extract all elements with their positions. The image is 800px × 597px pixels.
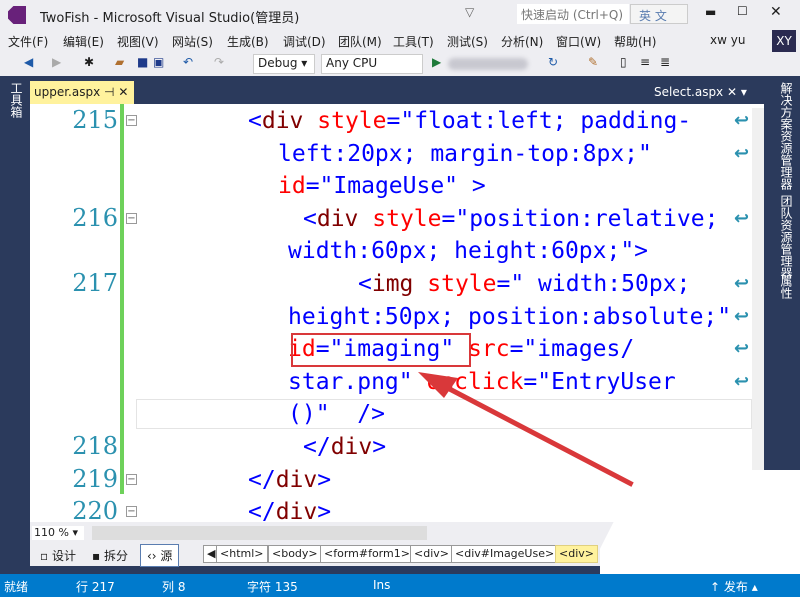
breadcrumb-div[interactable]: <div>	[410, 545, 453, 563]
label: 设计	[51, 549, 76, 563]
source-view-button[interactable]: ‹› 源	[140, 544, 180, 567]
breadcrumb-html[interactable]: <html>	[216, 545, 268, 563]
breadcrumb-div-current[interactable]: <div>	[555, 545, 598, 563]
breadcrumb-form[interactable]: <form#form1>	[320, 545, 414, 563]
status-bar: 就绪 行 217 列 8 字符 135 Ins ↑ 发布 ▴	[0, 574, 800, 597]
zoom-value: 110 %	[34, 526, 69, 539]
status-column: 列 8	[162, 580, 186, 594]
zoom-dropdown[interactable]: 110 % ▾	[32, 526, 84, 540]
breadcrumb-div-imageuse[interactable]: <div#ImageUse>	[451, 545, 559, 563]
status-mode: Ins	[373, 578, 391, 592]
publish-label: 发布	[723, 580, 748, 594]
publish-button[interactable]: ↑ 发布 ▴	[710, 578, 758, 595]
split-view-button[interactable]: ▪ 拆分	[92, 547, 128, 564]
design-view-button[interactable]: ▫ 设计	[40, 547, 76, 564]
status-char: 字符 135	[247, 580, 298, 594]
label: 拆分	[103, 549, 128, 563]
status-line: 行 217	[76, 580, 115, 594]
horizontal-scrollbar[interactable]	[92, 526, 427, 540]
status-ready: 就绪	[4, 580, 29, 594]
breadcrumb-body[interactable]: <body>	[268, 545, 322, 563]
label: 源	[160, 549, 173, 563]
